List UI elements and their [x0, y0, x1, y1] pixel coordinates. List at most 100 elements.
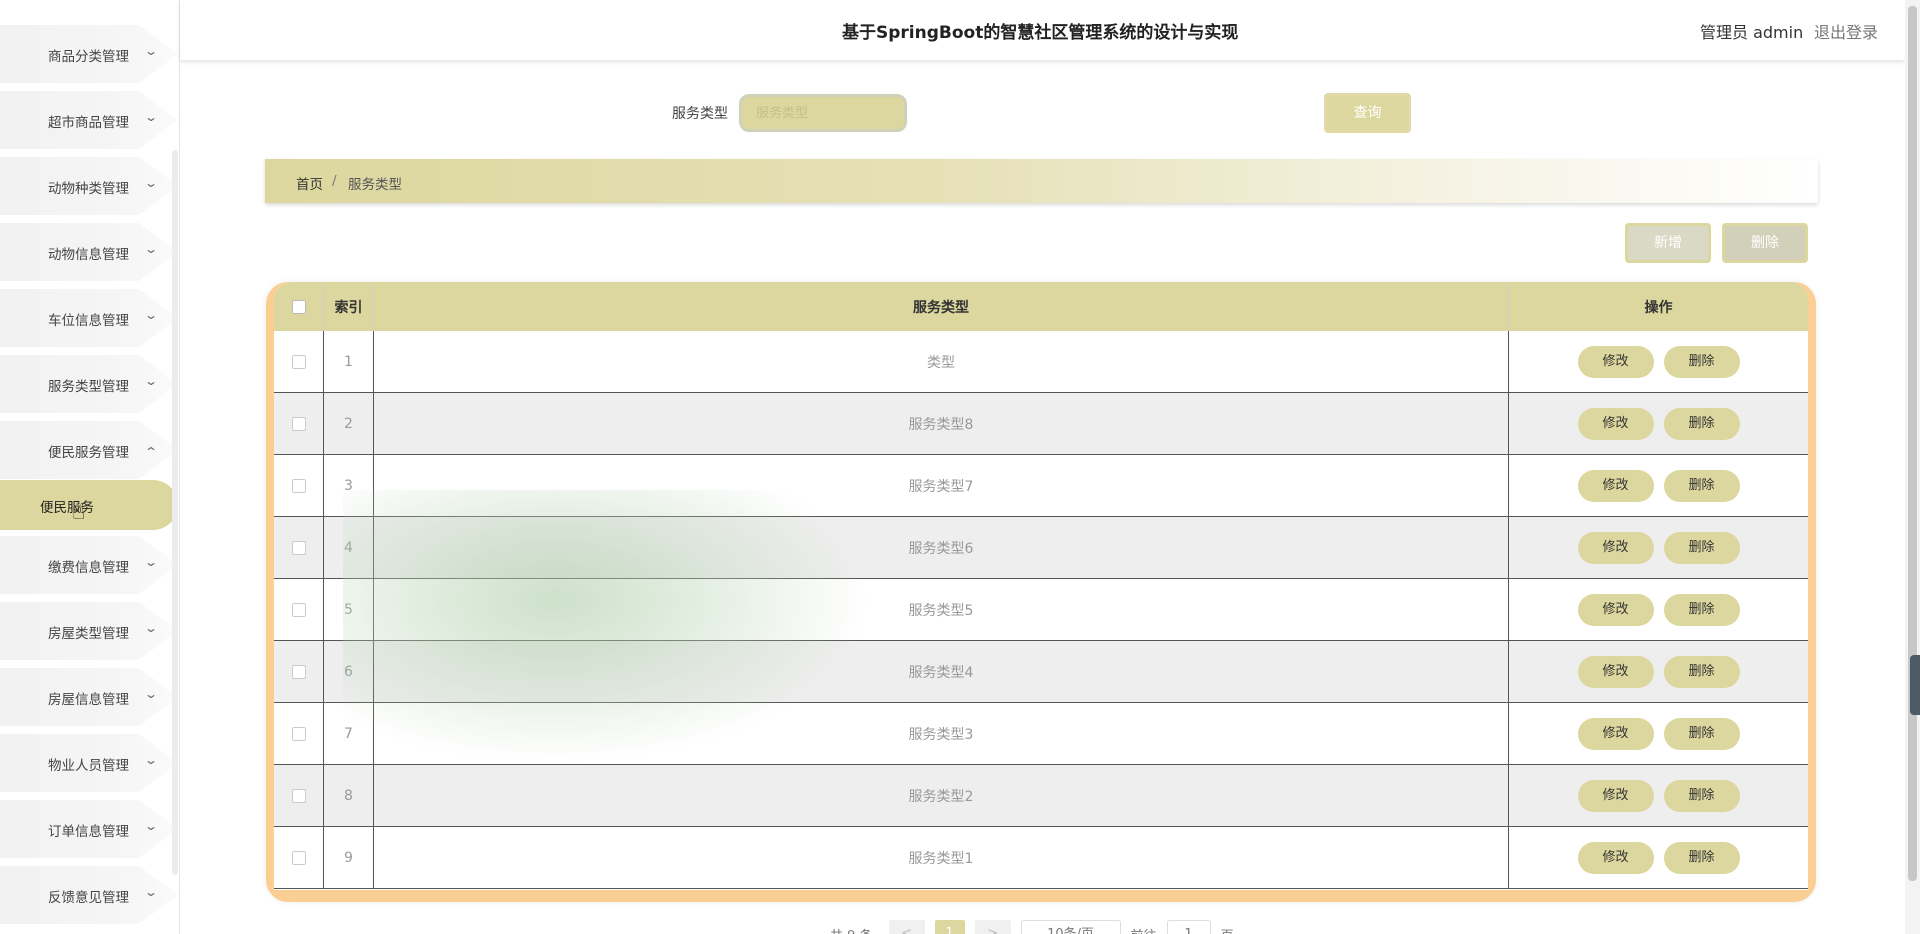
chevron-down-icon: ⌄ [143, 110, 159, 124]
header-index: 索引 [324, 282, 374, 331]
edit-button[interactable]: 修改 [1577, 531, 1654, 564]
sidebar-item-label: 房屋类型管理 [48, 626, 129, 642]
edit-button[interactable]: 修改 [1577, 345, 1654, 378]
page-scrollbar-thumb[interactable] [1908, 6, 1917, 881]
row-ops: 修改 删除 [1509, 517, 1808, 578]
sidebar-item[interactable]: 动物信息管理 ⌄ [0, 223, 179, 281]
row-check-cell [274, 579, 324, 640]
chevron-down-icon: ⌄ [143, 885, 159, 899]
edit-button[interactable]: 修改 [1577, 779, 1654, 812]
table-header: 索引 服务类型 操作 [274, 282, 1808, 331]
row-index: 9 [324, 827, 374, 888]
sidebar-item-label: 房屋信息管理 [48, 692, 129, 708]
row-checkbox[interactable] [291, 354, 306, 369]
delete-button[interactable]: 删除 [1663, 531, 1740, 564]
row-checkbox[interactable] [291, 664, 306, 679]
row-index: 5 [324, 579, 374, 640]
sidebar-item-label: 超市商品管理 [48, 115, 129, 131]
delete-button[interactable]: 删除 [1663, 345, 1740, 378]
table-row: 5 服务类型5 修改 删除 [274, 579, 1808, 641]
sidebar-item-label: 商品分类管理 [48, 49, 129, 65]
goto-page-input[interactable]: 1 [1166, 920, 1211, 934]
row-index: 6 [324, 641, 374, 702]
row-index: 3 [324, 455, 374, 516]
row-service-type: 服务类型1 [374, 827, 1509, 888]
edit-button[interactable]: 修改 [1577, 593, 1654, 626]
sidebar-item[interactable]: 反馈意见管理 ⌄ [0, 866, 179, 924]
page-scrollbar[interactable] [1905, 0, 1920, 934]
page-size-select[interactable]: 10条/页 [1020, 920, 1121, 934]
breadcrumb-home[interactable]: 首页 [296, 173, 323, 193]
edit-button[interactable]: 修改 [1577, 407, 1654, 440]
sidebar-item[interactable]: 动物种类管理 ⌄ [0, 157, 179, 215]
chevron-down-icon: ⌄ [143, 242, 159, 256]
sidebar-scrollbar[interactable] [172, 150, 178, 875]
side-widget-tab[interactable] [1910, 655, 1920, 715]
sidebar-item-label: 服务类型管理 [48, 379, 129, 395]
sidebar-item[interactable]: 超市商品管理 ⌄ [0, 91, 179, 149]
row-service-type: 服务类型5 [374, 579, 1509, 640]
select-all-checkbox[interactable] [291, 299, 306, 314]
current-page-button[interactable]: 1 [934, 920, 965, 934]
next-page-button[interactable]: > [974, 920, 1011, 934]
sidebar-subitem-active[interactable]: 便民服务 [0, 480, 178, 530]
sidebar-item[interactable]: 缴费信息管理 ⌄ [0, 536, 179, 594]
top-header: 基于SpringBoot的智慧社区管理系统的设计与实现 管理员 admin 退出… [180, 0, 1905, 60]
sidebar-item[interactable]: 房屋类型管理 ⌄ [0, 602, 179, 660]
sidebar-item[interactable]: 车位信息管理 ⌄ [0, 289, 179, 347]
service-type-search-input[interactable] [739, 94, 907, 132]
row-checkbox[interactable] [291, 726, 306, 741]
pagination-total: 共 9 条 [830, 925, 873, 934]
table-row: 2 服务类型8 修改 删除 [274, 393, 1808, 455]
row-checkbox[interactable] [291, 788, 306, 803]
query-button[interactable]: 查询 [1324, 93, 1411, 133]
sidebar-item-label: 车位信息管理 [48, 313, 129, 329]
row-check-cell [274, 331, 324, 392]
edit-button[interactable]: 修改 [1577, 841, 1654, 874]
row-checkbox[interactable] [291, 850, 306, 865]
row-check-cell [274, 765, 324, 826]
table-row: 4 服务类型6 修改 删除 [274, 517, 1808, 579]
row-checkbox[interactable] [291, 478, 306, 493]
row-ops: 修改 删除 [1509, 765, 1808, 826]
sidebar-item[interactable]: 物业人员管理 ⌄ [0, 734, 179, 792]
sidebar-item[interactable]: 商品分类管理 ⌄ [0, 25, 179, 83]
delete-button[interactable]: 删除 [1663, 593, 1740, 626]
delete-button[interactable]: 删除 [1663, 717, 1740, 750]
row-service-type: 服务类型3 [374, 703, 1509, 764]
row-checkbox[interactable] [291, 540, 306, 555]
edit-button[interactable]: 修改 [1577, 655, 1654, 688]
chevron-down-icon: ⌄ [143, 176, 159, 190]
sidebar-item-label: 便民服务管理 [48, 445, 129, 461]
row-ops: 修改 删除 [1509, 827, 1808, 888]
edit-button[interactable]: 修改 [1577, 717, 1654, 750]
chevron-down-icon: ⌄ [143, 621, 159, 635]
chevron-down-icon: ⌄ [143, 555, 159, 569]
prev-page-button[interactable]: < [888, 920, 925, 934]
breadcrumb: 首页 / 服务类型 [265, 159, 1818, 203]
sidebar-item[interactable]: 房屋信息管理 ⌄ [0, 668, 179, 726]
table-row: 6 服务类型4 修改 删除 [274, 641, 1808, 703]
page-suffix: 页 [1221, 925, 1234, 934]
sidebar-item[interactable]: 订单信息管理 ⌄ [0, 800, 179, 858]
sidebar-item-label: 动物种类管理 [48, 181, 129, 197]
row-checkbox[interactable] [291, 602, 306, 617]
delete-button[interactable]: 删除 [1663, 407, 1740, 440]
chevron-down-icon: ⌄ [143, 753, 159, 767]
edit-button[interactable]: 修改 [1577, 469, 1654, 502]
add-button[interactable]: 新增 [1625, 223, 1711, 263]
batch-delete-button[interactable]: 删除 [1722, 223, 1808, 263]
row-index: 1 [324, 331, 374, 392]
goto-label: 前往 [1131, 925, 1157, 934]
delete-button[interactable]: 删除 [1663, 779, 1740, 812]
row-service-type: 服务类型8 [374, 393, 1509, 454]
sidebar-item[interactable]: 服务类型管理 ⌄ [0, 355, 179, 413]
delete-button[interactable]: 删除 [1663, 655, 1740, 688]
row-checkbox[interactable] [291, 416, 306, 431]
logout-link[interactable]: 退出登录 [1814, 19, 1878, 43]
row-index: 8 [324, 765, 374, 826]
data-table: 索引 服务类型 操作 1 类型 修改 删除 2 服务类型8 修改 删除 3 服务类型7 修改 删除 4 服… [274, 282, 1808, 890]
delete-button[interactable]: 删除 [1663, 469, 1740, 502]
delete-button[interactable]: 删除 [1663, 841, 1740, 874]
sidebar-item[interactable]: 便民服务管理 ⌃ [0, 421, 179, 479]
